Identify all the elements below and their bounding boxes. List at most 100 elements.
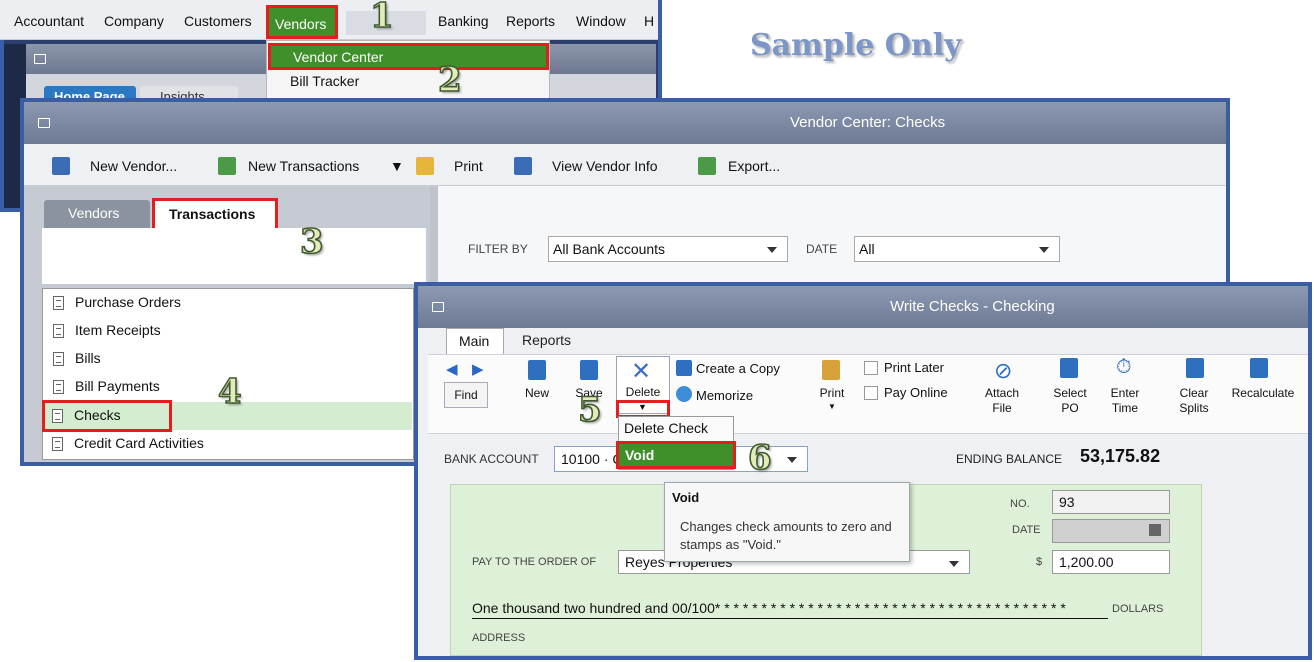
amount-in-words: One thousand two hundred and 00/100* * *… [472,600,1066,616]
tab-main[interactable]: Main [446,328,504,354]
tooltip-title: Void [672,490,700,505]
arrow-right-icon[interactable]: ▶ [472,360,484,378]
attach-file-button[interactable]: Attach File [978,386,1026,416]
select-po-button[interactable]: Select PO [1048,386,1092,416]
step-number-6: 6 [747,437,772,479]
create-copy-icon [676,360,692,376]
menu-help[interactable]: H [644,13,654,29]
chevron-down-icon[interactable]: ▼ [390,158,404,174]
vendor-toolbar: New Vendor... New Transactions ▼ Print V… [24,144,1226,186]
memorize-icon [676,386,692,402]
new-transactions-button[interactable]: New Transactions [248,158,359,174]
document-icon [53,296,64,310]
select-po-icon [1060,358,1078,378]
clear-splits-button[interactable]: Clear Splits [1172,386,1216,416]
document-icon [53,380,64,394]
tab-vendors[interactable]: Vendors [44,200,150,228]
menu-item-delete-check[interactable]: Delete Check [624,420,708,436]
chevron-down-icon [949,561,959,567]
paperclip-icon: ⊘ [994,358,1013,383]
clear-splits-icon [1186,358,1204,378]
delete-x-icon: ✕ [631,358,652,385]
filter-by-label: FILTER BY [468,242,528,256]
delete-label: Delete [625,385,661,399]
new-vendor-icon [52,157,70,175]
vendor-info-icon [514,157,532,175]
new-button[interactable]: New [516,386,558,401]
list-item-purchase-orders[interactable]: Purchase Orders [45,289,413,317]
list-item-item-receipts[interactable]: Item Receipts [45,317,413,345]
arrow-left-icon[interactable]: ◀ [446,360,458,378]
chevron-down-icon [787,457,797,463]
window-title: Vendor Center: Checks [790,114,946,131]
step-number-3: 3 [299,221,324,263]
amount-underline [472,618,1108,619]
menu-company[interactable]: Company [104,13,164,29]
list-item-label: Credit Card Activities [74,435,204,451]
find-button[interactable]: Find [444,382,488,408]
menu-banking[interactable]: Banking [438,13,489,29]
create-copy-button[interactable]: Create a Copy [696,361,780,376]
pay-online-checkbox[interactable] [864,386,878,400]
print-later-checkbox[interactable] [864,361,878,375]
print-button[interactable]: Print [812,386,852,401]
print-icon [416,157,434,175]
menu-item-vendor-center[interactable]: Vendor Center [268,43,549,70]
window-icon [38,118,50,128]
list-item-label: Bills [75,350,101,366]
date-value: All [859,241,875,257]
memorize-button[interactable]: Memorize [696,388,753,403]
stopwatch-icon: ⏱ [1116,356,1132,378]
menu-item-void[interactable]: Void [616,441,736,469]
bank-account-label: BANK ACCOUNT [444,452,539,466]
tab-reports[interactable]: Reports [510,328,590,354]
address-label: ADDRESS [472,632,526,644]
menu-reports[interactable]: Reports [506,13,555,29]
list-item-bills[interactable]: Bills [45,345,413,373]
enter-time-button[interactable]: Enter Time [1104,386,1146,416]
tab-content-header [42,228,426,284]
menu-vendors[interactable]: Vendors [266,5,338,39]
date-select[interactable]: All [854,236,1060,262]
date-label: DATE [806,242,838,256]
window-title: Write Checks - Checking [890,298,1055,315]
write-checks-titlebar: Write Checks - Checking [418,286,1308,328]
step-number-1: 1 [369,0,394,37]
recalculate-button[interactable]: Recalculate [1224,386,1302,401]
view-vendor-info-button[interactable]: View Vendor Info [552,158,658,174]
dollars-label: DOLLARS [1112,603,1164,615]
export-button[interactable]: Export... [728,158,780,174]
ending-balance-label: ENDING BALANCE [956,452,1063,466]
calendar-icon[interactable] [1149,524,1161,536]
amount-field[interactable]: 1,200.00 [1052,550,1170,574]
document-icon [53,352,64,366]
dollar-sign: $ [1036,556,1043,568]
list-item-label: Bill Payments [75,378,160,394]
list-item-label: Purchase Orders [75,294,181,310]
printer-icon [822,360,840,380]
document-icon [53,324,64,338]
menu-customers[interactable]: Customers [184,13,252,29]
new-icon [528,360,546,380]
check-number-field[interactable]: 93 [1052,490,1170,514]
menu-window[interactable]: Window [576,13,626,29]
chevron-down-icon[interactable]: ▼ [828,402,836,411]
print-button[interactable]: Print [454,158,483,174]
save-icon [580,360,598,380]
window-icon [34,54,46,64]
check-date-field[interactable] [1052,519,1170,543]
check-no-label: NO. [1010,498,1030,510]
step-number-5: 5 [577,389,602,431]
filter-value: All Bank Accounts [553,241,666,257]
check-date-label: DATE [1012,524,1041,536]
chevron-down-icon [1039,247,1049,253]
filter-by-select[interactable]: All Bank Accounts [548,236,788,262]
chevron-down-icon [767,247,777,253]
list-item-label: Item Receipts [75,322,161,338]
document-icon [52,437,63,451]
menu-accountant[interactable]: Accountant [14,13,84,29]
export-icon [698,157,716,175]
new-vendor-button[interactable]: New Vendor... [90,158,177,174]
list-item-credit-card-activities[interactable]: Credit Card Activities [44,430,412,458]
menu-item-bill-tracker[interactable]: Bill Tracker [290,73,359,89]
